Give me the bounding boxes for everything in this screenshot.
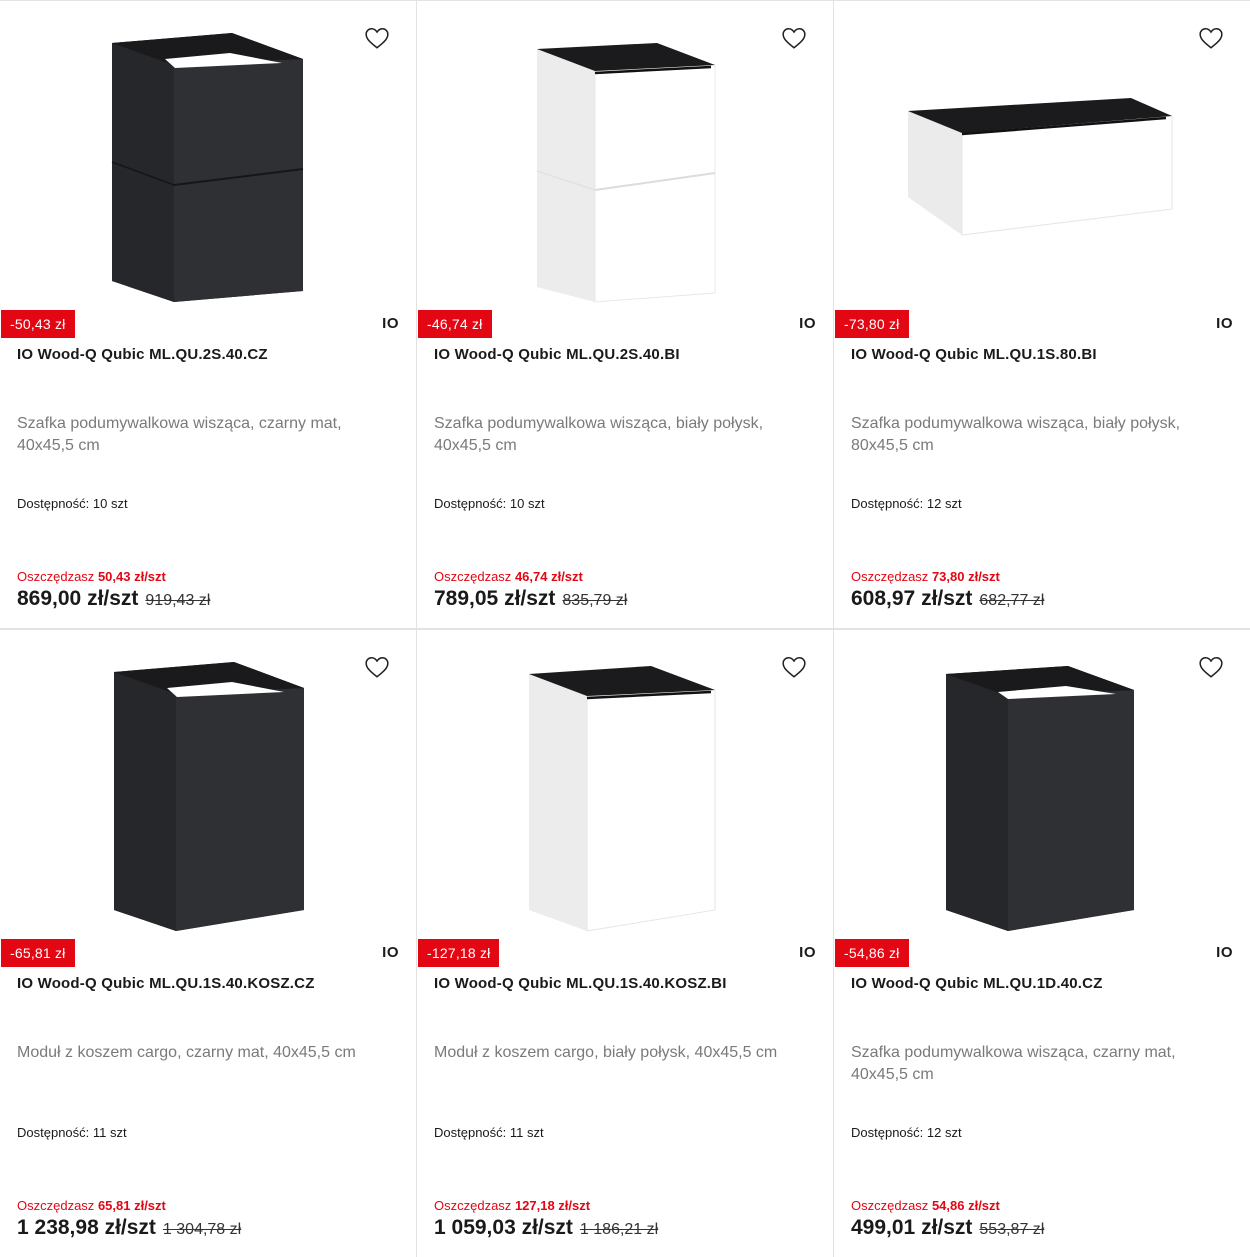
product-description: Moduł z koszem cargo, czarny mat, 40x45,… <box>17 1044 356 1061</box>
product-description: Szafka podumywalkowa wisząca, biały poły… <box>851 415 1181 454</box>
price-line: 1 059,03 zł/szt 1 186,21 zł <box>434 1216 658 1240</box>
availability: Dostępność: 10 szt <box>434 496 545 511</box>
old-price: 919,43 zł <box>145 592 211 609</box>
cabinet-cargo-white <box>529 666 716 932</box>
product-card[interactable]: -54,86 zł IO IO Wood-Q Qubic ML.QU.1D.40… <box>834 630 1250 1257</box>
savings-text: Oszczędzasz 65,81 zł/szt <box>17 1198 166 1213</box>
discount-badge: -65,81 zł <box>1 939 75 967</box>
cabinet-door-black <box>946 666 1134 931</box>
current-price: 789,05 zł/szt <box>434 587 556 610</box>
product-card[interactable]: -46,74 zł IO IO Wood-Q Qubic ML.QU.2S.40… <box>417 1 833 628</box>
availability: Dostępność: 12 szt <box>851 1125 962 1140</box>
savings-amount: 54,86 zł/szt <box>931 1198 1000 1213</box>
discount-badge: -50,43 zł <box>1 310 75 338</box>
product-title[interactable]: IO Wood-Q Qubic ML.QU.2S.40.BI <box>434 346 819 363</box>
favorite-heart-icon[interactable] <box>364 654 390 680</box>
old-price: 682,77 zł <box>979 592 1045 609</box>
product-description: Szafka podumywalkowa wisząca, czarny mat… <box>17 415 342 454</box>
product-description: Szafka podumywalkowa wisząca, biały poły… <box>434 415 764 454</box>
old-price: 553,87 zł <box>979 1221 1045 1238</box>
cabinet-wide-drawer-white <box>908 98 1173 236</box>
savings-label: Oszczędzasz <box>17 1198 95 1213</box>
product-card[interactable]: -73,80 zł IO IO Wood-Q Qubic ML.QU.1S.80… <box>834 1 1250 628</box>
price-line: 608,97 zł/szt 682,77 zł <box>851 587 1044 611</box>
availability: Dostępność: 10 szt <box>17 496 128 511</box>
savings-label: Oszczędzasz <box>434 569 512 584</box>
current-price: 1 059,03 zł/szt <box>434 1216 573 1239</box>
savings-amount: 73,80 zł/szt <box>931 569 1000 584</box>
discount-badge: -46,74 zł <box>418 310 492 338</box>
product-image[interactable] <box>417 1 833 307</box>
product-description: Szafka podumywalkowa wisząca, czarny mat… <box>851 1044 1176 1083</box>
product-title[interactable]: IO Wood-Q Qubic ML.QU.1S.40.KOSZ.CZ <box>17 975 402 992</box>
favorite-heart-icon[interactable] <box>1198 654 1224 680</box>
savings-amount: 50,43 zł/szt <box>97 569 166 584</box>
savings-text: Oszczędzasz 50,43 zł/szt <box>17 569 166 584</box>
price-line: 1 238,98 zł/szt 1 304,78 zł <box>17 1216 241 1240</box>
product-grid: -50,43 zł IO IO Wood-Q Qubic ML.QU.2S.40… <box>0 0 1250 1257</box>
product-description: Moduł z koszem cargo, biały połysk, 40x4… <box>434 1044 778 1061</box>
product-image[interactable] <box>417 630 833 936</box>
old-price: 1 186,21 zł <box>579 1221 659 1238</box>
old-price: 1 304,78 zł <box>162 1221 242 1238</box>
current-price: 499,01 zł/szt <box>851 1216 973 1239</box>
product-title[interactable]: IO Wood-Q Qubic ML.QU.1S.80.BI <box>851 346 1236 363</box>
product-title[interactable]: IO Wood-Q Qubic ML.QU.1S.40.KOSZ.BI <box>434 975 819 992</box>
discount-badge: -54,86 zł <box>835 939 909 967</box>
product-image[interactable] <box>0 1 416 307</box>
cabinet-cargo-black <box>114 662 304 931</box>
favorite-heart-icon[interactable] <box>364 25 390 51</box>
savings-text: Oszczędzasz 127,18 zł/szt <box>434 1198 590 1213</box>
product-image[interactable] <box>834 1 1250 307</box>
price-line: 499,01 zł/szt 553,87 zł <box>851 1216 1044 1240</box>
old-price: 835,79 zł <box>562 592 628 609</box>
price-line: 789,05 zł/szt 835,79 zł <box>434 587 627 611</box>
savings-amount: 65,81 zł/szt <box>97 1198 166 1213</box>
availability: Dostępność: 11 szt <box>434 1125 544 1140</box>
product-title[interactable]: IO Wood-Q Qubic ML.QU.2S.40.CZ <box>17 346 402 363</box>
product-card[interactable]: -50,43 zł IO IO Wood-Q Qubic ML.QU.2S.40… <box>0 1 416 628</box>
product-card[interactable]: -127,18 zł IO IO Wood-Q Qubic ML.QU.1S.4… <box>417 630 833 1257</box>
price-line: 869,00 zł/szt 919,43 zł <box>17 587 210 611</box>
savings-label: Oszczędzasz <box>17 569 95 584</box>
brand-logo: IO <box>799 315 816 332</box>
discount-badge: -73,80 zł <box>835 310 909 338</box>
favorite-heart-icon[interactable] <box>1198 25 1224 51</box>
brand-logo: IO <box>1216 944 1233 961</box>
product-title[interactable]: IO Wood-Q Qubic ML.QU.1D.40.CZ <box>851 975 1236 992</box>
availability: Dostępność: 12 szt <box>851 496 962 511</box>
savings-text: Oszczędzasz 73,80 zł/szt <box>851 569 1000 584</box>
product-card[interactable]: -65,81 zł IO IO Wood-Q Qubic ML.QU.1S.40… <box>0 630 416 1257</box>
favorite-heart-icon[interactable] <box>781 654 807 680</box>
savings-label: Oszczędzasz <box>851 569 929 584</box>
availability: Dostępność: 11 szt <box>17 1125 127 1140</box>
savings-amount: 127,18 zł/szt <box>514 1198 591 1213</box>
brand-logo: IO <box>799 944 816 961</box>
current-price: 869,00 zł/szt <box>17 587 139 610</box>
cabinet-two-drawer-black <box>111 33 304 302</box>
current-price: 1 238,98 zł/szt <box>17 1216 156 1239</box>
brand-logo: IO <box>1216 315 1233 332</box>
product-image[interactable] <box>834 630 1250 936</box>
savings-amount: 46,74 zł/szt <box>514 569 583 584</box>
discount-badge: -127,18 zł <box>418 939 500 967</box>
cabinet-two-drawer-white <box>536 43 716 303</box>
savings-label: Oszczędzasz <box>851 1198 929 1213</box>
brand-logo: IO <box>382 944 399 961</box>
savings-label: Oszczędzasz <box>434 1198 512 1213</box>
current-price: 608,97 zł/szt <box>851 587 973 610</box>
brand-logo: IO <box>382 315 399 332</box>
product-image[interactable] <box>0 630 416 936</box>
favorite-heart-icon[interactable] <box>781 25 807 51</box>
savings-text: Oszczędzasz 46,74 zł/szt <box>434 569 583 584</box>
savings-text: Oszczędzasz 54,86 zł/szt <box>851 1198 1000 1213</box>
